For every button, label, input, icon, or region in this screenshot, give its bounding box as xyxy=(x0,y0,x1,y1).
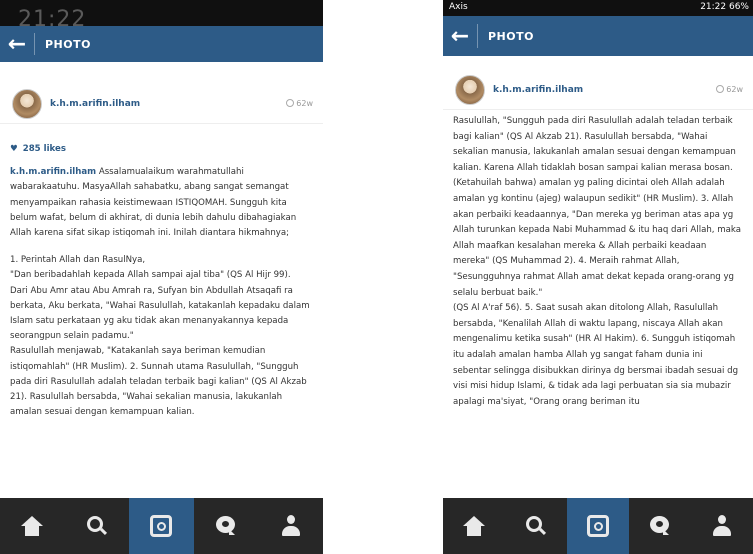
nav-profile[interactable] xyxy=(691,498,753,554)
search-icon xyxy=(525,515,547,537)
nav-camera[interactable] xyxy=(567,498,629,554)
post-header: k.h.m.arifin.ilham 62w xyxy=(443,70,753,110)
post-header: k.h.m.arifin.ilham 62w xyxy=(0,84,323,124)
avatar[interactable] xyxy=(455,74,485,105)
header-divider xyxy=(477,24,478,48)
status-bar: Axis 21:22 66% xyxy=(443,0,753,16)
caption-paragraph: "Dan beribadahlah kepada Allah sampai aj… xyxy=(10,270,310,342)
carrier-label: Axis xyxy=(449,2,468,12)
username-link[interactable]: k.h.m.arifin.ilham xyxy=(50,99,286,109)
post-content: ♥ 285 likes k.h.m.arifin.ilham Assalamual… xyxy=(10,142,311,492)
nav-search[interactable] xyxy=(505,498,567,554)
app-header: ← PHOTO xyxy=(443,16,753,56)
app-header: ← PHOTO xyxy=(0,26,323,62)
caption-paragraph: 1. Perintah Allah dan RasulNya, xyxy=(10,255,146,266)
likes-count[interactable]: ♥ 285 likes xyxy=(10,142,311,157)
caption-paragraph: (QS Al A'raf 56). 5. Saat susah akan dit… xyxy=(453,303,739,407)
post-time: 62w xyxy=(286,99,313,108)
nav-news[interactable] xyxy=(629,498,691,554)
status-time-battery: 21:22 66% xyxy=(700,2,749,12)
page-title: PHOTO xyxy=(488,29,534,43)
right-phone-screen: Axis 21:22 66% ← PHOTO k.h.m.arifin.ilha… xyxy=(443,0,753,554)
avatar[interactable] xyxy=(12,88,42,119)
nav-camera[interactable] xyxy=(129,498,194,554)
news-icon xyxy=(215,515,237,537)
search-icon xyxy=(86,515,108,537)
home-icon xyxy=(463,516,485,536)
left-phone-screen: 21:22 ← PHOTO k.h.m.arifin.ilham 62w ♥ 28… xyxy=(0,0,323,554)
heart-icon: ♥ xyxy=(10,144,18,154)
nav-home[interactable] xyxy=(443,498,505,554)
bottom-nav xyxy=(443,498,753,554)
back-arrow-icon[interactable]: ← xyxy=(443,16,477,56)
post-time-label: 62w xyxy=(296,99,313,108)
caption-paragraph: Rasulullah menjawab, "Katakanlah saya be… xyxy=(10,346,307,418)
camera-icon xyxy=(587,515,609,537)
username-link[interactable]: k.h.m.arifin.ilham xyxy=(493,85,716,95)
news-icon xyxy=(649,515,671,537)
nav-news[interactable] xyxy=(194,498,259,554)
nav-profile[interactable] xyxy=(258,498,323,554)
profile-icon xyxy=(712,515,732,537)
bottom-nav xyxy=(0,498,323,554)
post-time-label: 62w xyxy=(726,85,743,94)
clock-icon xyxy=(286,99,295,107)
caption-username[interactable]: k.h.m.arifin.ilham xyxy=(10,167,96,177)
likes-label: 285 likes xyxy=(22,144,66,154)
home-icon xyxy=(21,516,44,536)
clock-icon xyxy=(716,85,725,93)
status-bar: 21:22 xyxy=(0,0,323,32)
post-time: 62w xyxy=(716,85,743,94)
caption-paragraph: k.h.m.arifin.ilham Assalamualaikum warah… xyxy=(10,165,311,241)
caption-text: Assalamualaikum warahmatullahi wabarakaa… xyxy=(10,167,297,239)
back-arrow-icon[interactable]: ← xyxy=(0,26,34,62)
nav-home[interactable] xyxy=(0,498,65,554)
nav-search[interactable] xyxy=(65,498,130,554)
profile-icon xyxy=(281,515,301,537)
camera-icon xyxy=(150,515,173,537)
post-content: Rasulullah, "Sungguh pada diri Rasululla… xyxy=(453,114,741,490)
caption-paragraph: Rasulullah, "Sungguh pada diri Rasululla… xyxy=(453,116,741,298)
header-divider xyxy=(34,33,35,55)
page-title: PHOTO xyxy=(45,37,91,51)
